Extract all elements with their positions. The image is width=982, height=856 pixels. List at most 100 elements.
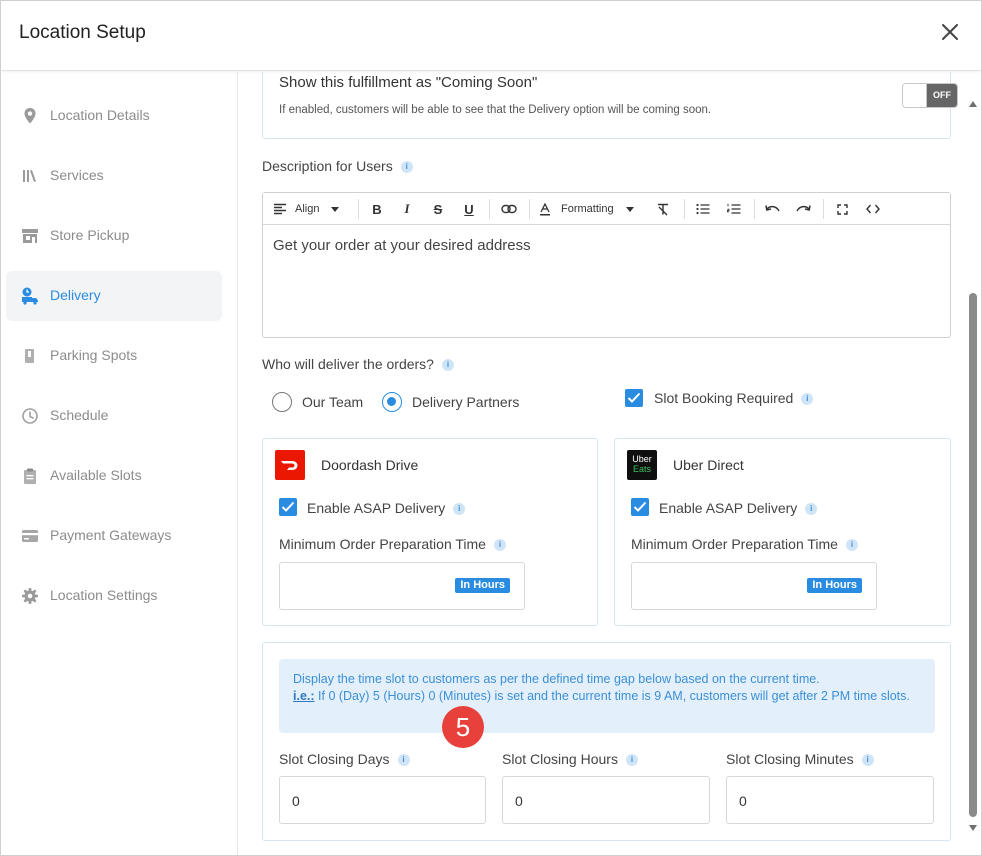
doordash-logo xyxy=(275,450,305,480)
link-icon[interactable] xyxy=(498,193,520,225)
slot-closing-minutes-input[interactable]: 0 xyxy=(726,776,934,824)
asap-checkbox-doordash[interactable] xyxy=(279,498,297,516)
prep-time-input-uber[interactable]: In Hours xyxy=(631,562,877,610)
sidebar-item-payment-gateways[interactable]: Payment Gateways xyxy=(6,511,222,561)
sidebar-item-location-settings[interactable]: Location Settings xyxy=(6,571,222,621)
store-icon xyxy=(20,226,40,246)
radio-delivery-partners[interactable] xyxy=(382,392,402,412)
info-icon[interactable]: i xyxy=(861,754,874,767)
toggle-knob xyxy=(903,84,927,107)
info-icon[interactable]: i xyxy=(805,503,818,516)
toggle-state-label: OFF xyxy=(927,84,957,107)
unit-badge: In Hours xyxy=(455,578,510,593)
partner-card-doordash: Doordash Drive Enable ASAP Delivery i Min… xyxy=(262,438,598,626)
toolbar-divider xyxy=(529,199,530,219)
page-title: Location Setup xyxy=(19,22,146,43)
sidebar-item-location-details[interactable]: Location Details xyxy=(6,91,222,141)
chevron-down-icon xyxy=(625,206,634,212)
italic-icon[interactable]: I xyxy=(396,193,418,225)
checkmark-icon xyxy=(281,501,295,512)
undo-icon[interactable] xyxy=(762,193,784,225)
asap-label: Enable ASAP Delivery i xyxy=(307,500,466,516)
clear-format-icon[interactable] xyxy=(652,193,674,225)
slot-booking-checkbox[interactable] xyxy=(625,389,643,407)
strikethrough-icon[interactable]: S xyxy=(427,193,449,225)
fullscreen-icon[interactable] xyxy=(831,193,853,225)
scroll-down-arrow-icon[interactable] xyxy=(969,825,977,831)
formatting-dropdown[interactable]: Formatting xyxy=(539,193,643,225)
toolbar-divider xyxy=(358,199,359,219)
card-icon xyxy=(20,526,40,546)
location-setup-modal: Location Setup Location Details Services… xyxy=(0,0,982,856)
sidebar-item-services[interactable]: Services xyxy=(6,151,222,201)
unit-badge: In Hours xyxy=(807,578,862,593)
scroll-thumb[interactable] xyxy=(969,293,977,817)
editor-toolbar: Align B I S U Formatting xyxy=(263,193,950,225)
step-marker: 5 xyxy=(442,706,484,748)
prep-time-input-doordash[interactable]: In Hours xyxy=(279,562,525,610)
clipboard-icon xyxy=(20,466,40,486)
sidebar-item-available-slots[interactable]: Available Slots xyxy=(6,451,222,501)
underline-icon[interactable]: U xyxy=(458,193,480,225)
scroll-up-arrow-icon[interactable] xyxy=(969,101,977,107)
redo-icon[interactable] xyxy=(792,193,814,225)
sidebar-item-parking-spots[interactable]: Parking Spots xyxy=(6,331,222,381)
sidebar-item-schedule[interactable]: Schedule xyxy=(6,391,222,441)
content-scrollbar[interactable] xyxy=(966,93,980,837)
info-icon[interactable]: i xyxy=(400,161,413,174)
services-icon xyxy=(20,166,40,186)
toolbar-divider xyxy=(823,199,824,219)
parking-icon xyxy=(20,346,40,366)
checkmark-icon xyxy=(633,501,647,512)
info-icon[interactable]: i xyxy=(397,754,410,767)
delivery-by-label: Who will deliver the orders? i xyxy=(262,356,454,372)
delivery-icon xyxy=(20,286,40,306)
close-icon[interactable] xyxy=(939,21,961,43)
chevron-down-icon xyxy=(331,206,340,212)
slot-notice: Display the time slot to customers as pe… xyxy=(279,659,935,733)
toolbar-divider xyxy=(754,199,755,219)
gear-icon xyxy=(20,586,40,606)
coming-soon-description: If enabled, customers will be able to se… xyxy=(279,104,712,116)
asap-label: Enable ASAP Delivery i xyxy=(659,500,818,516)
partner-name: Doordash Drive xyxy=(321,457,419,473)
slot-closing-days-input[interactable]: 0 xyxy=(279,776,486,824)
radio-our-team[interactable] xyxy=(272,392,292,412)
slot-closing-days-label: Slot Closing Days i xyxy=(279,751,410,767)
info-icon[interactable]: i xyxy=(453,503,466,516)
uber-eats-logo: Uber Eats xyxy=(627,450,657,480)
numbered-list-icon[interactable] xyxy=(723,193,745,225)
info-icon[interactable]: i xyxy=(441,359,454,372)
editor-content[interactable]: Get your order at your desired address xyxy=(273,237,531,254)
prep-time-label: Minimum Order Preparation Time i xyxy=(631,536,858,552)
toolbar-divider xyxy=(489,199,490,219)
align-dropdown[interactable]: Align xyxy=(273,193,349,225)
info-icon[interactable]: i xyxy=(493,539,506,552)
code-view-icon[interactable] xyxy=(862,193,884,225)
slot-closing-hours-input[interactable]: 0 xyxy=(502,776,710,824)
partner-card-uber: Uber Eats Uber Direct Enable ASAP Delive… xyxy=(614,438,951,626)
sidebar-item-delivery[interactable]: Delivery xyxy=(6,271,222,321)
asap-checkbox-uber[interactable] xyxy=(631,498,649,516)
prep-time-label: Minimum Order Preparation Time i xyxy=(279,536,506,552)
modal-header: Location Setup xyxy=(1,1,981,71)
radio-our-team-label[interactable]: Our Team xyxy=(302,394,363,410)
info-icon[interactable]: i xyxy=(625,754,638,767)
bullet-list-icon[interactable] xyxy=(692,193,714,225)
info-icon[interactable]: i xyxy=(801,393,814,406)
radio-delivery-partners-label[interactable]: Delivery Partners xyxy=(412,394,519,410)
clock-icon xyxy=(20,406,40,426)
slot-booking-label: Slot Booking Required i xyxy=(654,390,814,406)
sidebar-item-store-pickup[interactable]: Store Pickup xyxy=(6,211,222,261)
slot-closing-minutes-label: Slot Closing Minutes i xyxy=(726,751,874,767)
partner-name: Uber Direct xyxy=(673,457,744,473)
coming-soon-title: Show this fulfillment as "Coming Soon" xyxy=(279,74,538,91)
info-icon[interactable]: i xyxy=(845,539,858,552)
slot-closing-card: Display the time slot to customers as pe… xyxy=(262,642,951,841)
toolbar-divider xyxy=(684,199,685,219)
slot-closing-hours-label: Slot Closing Hours i xyxy=(502,751,638,767)
map-pin-icon xyxy=(20,106,40,126)
checkmark-icon xyxy=(627,392,641,403)
bold-icon[interactable]: B xyxy=(366,193,388,225)
coming-soon-toggle[interactable]: OFF xyxy=(902,83,958,108)
